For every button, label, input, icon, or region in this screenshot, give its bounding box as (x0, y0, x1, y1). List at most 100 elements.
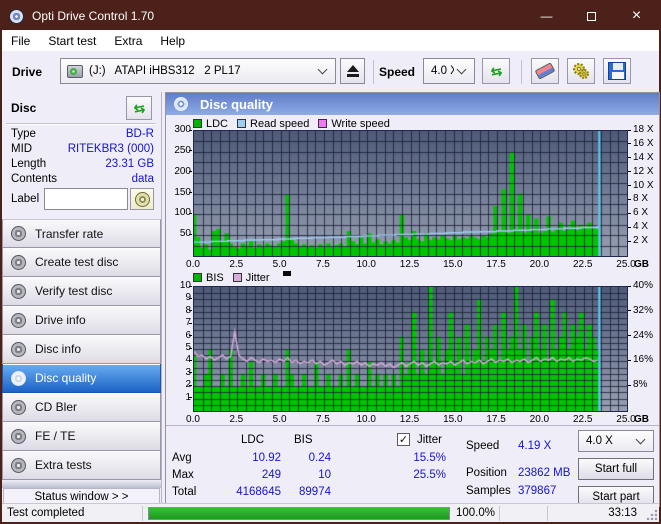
sidebar-item-label: Disc info (35, 342, 82, 356)
disc-quality-icon (11, 370, 26, 386)
panel-header: Disc quality (166, 93, 659, 115)
disc-quality-icon (174, 97, 188, 111)
sidebar-item-fe-te[interactable]: FE / TE (2, 422, 161, 451)
test-speed-select[interactable]: 4.0 X (578, 430, 654, 452)
read-speed-legend-swatch (237, 119, 247, 128)
erase-disc-button[interactable] (531, 58, 559, 84)
start-full-button[interactable]: Start full (578, 458, 654, 480)
maximize-button[interactable] (569, 2, 614, 30)
axis-tick (189, 192, 192, 193)
statusbar-separator (499, 506, 500, 521)
legend-label: BIS (206, 271, 224, 284)
axis-tick: 9 (166, 292, 191, 303)
drive-select[interactable]: (J:) ATAPI iHBS312 2 PL17 (60, 58, 336, 84)
titlebar: Opti Drive Control 1.70 — × (2, 2, 659, 30)
avg-ldc: 10.92 (252, 452, 281, 464)
statusbar-separator (547, 506, 548, 521)
disc-mid-value: RITEKBR3 (000) (67, 143, 154, 155)
jitter-checkbox[interactable]: ✓ (397, 433, 410, 446)
axis-tick (189, 397, 192, 399)
toolbar: Drive (J:) ATAPI iHBS312 2 PL17 Speed 4.… (2, 52, 659, 92)
axis-tick (189, 297, 192, 299)
sidebar-item-create-test-disc[interactable]: Create test disc (2, 248, 161, 277)
axis-unit-label: GB (634, 259, 649, 270)
axis-tick: 12.5 (399, 414, 420, 425)
axis-tick: 5.0 (272, 259, 287, 270)
axis-tick (189, 347, 192, 349)
axis-tick: 15.0 (443, 259, 463, 270)
menu-extra[interactable]: Extra (105, 31, 151, 51)
disc-info-icon (11, 341, 26, 357)
axis-tick: 2 X (633, 235, 649, 247)
sidebar-item-label: Extra tests (35, 458, 92, 472)
avg-bis: 0.24 (308, 452, 331, 464)
axis-tick (628, 285, 631, 287)
eject-icon (346, 65, 359, 72)
axis-tick: 6 (166, 330, 191, 341)
axis-tick (628, 157, 631, 159)
sidebar-item-disc-quality[interactable]: Disc quality (2, 364, 161, 393)
menu-help[interactable]: Help (151, 31, 194, 51)
axis-tick (628, 143, 631, 145)
axis-tick: 10.0 (356, 259, 376, 270)
speed-stat-label: Speed (466, 440, 500, 452)
refresh-speeds-button[interactable]: ⇆ (482, 58, 510, 84)
axis-tick: 5 (166, 342, 191, 353)
axis-tick: 10.0 (356, 414, 376, 425)
jitter-legend-swatch (232, 273, 242, 282)
sidebar-item-transfer-rate[interactable]: Transfer rate (2, 219, 161, 248)
drive-label: Drive (12, 65, 43, 79)
sidebar-item-disc-info[interactable]: Disc info (2, 335, 161, 364)
drive-select-value: (J:) ATAPI iHBS312 2 PL17 (89, 65, 241, 77)
axis-tick: 17.5 (486, 414, 506, 425)
axis-tick: 50 (179, 228, 191, 240)
sidebar-item-label: Verify test disc (35, 284, 113, 298)
samples-stat-value: 379867 (518, 485, 557, 497)
axis-tick: 18 X (633, 124, 654, 135)
disc-panel-title: Disc (11, 101, 37, 115)
close-button[interactable]: × (614, 2, 659, 30)
disc-type-label: Type (11, 128, 36, 140)
window-title: Opti Drive Control 1.70 (32, 9, 155, 23)
cd-bler-icon (11, 399, 26, 415)
disc-type-value: BD-R (125, 128, 154, 140)
refresh-disc-button[interactable]: ⇆ (126, 96, 152, 120)
disc-icon (134, 191, 150, 207)
disc-label-input[interactable] (44, 188, 128, 210)
minimize-button[interactable]: — (524, 2, 569, 30)
axis-tick (628, 185, 631, 187)
axis-tick: 8% (633, 379, 648, 391)
axis-tick: 17.5 (486, 259, 506, 270)
sidebar-item-cd-bler[interactable]: CD Bler (2, 393, 161, 422)
axis-tick (189, 310, 192, 312)
axis-tick: 0.0 (186, 259, 200, 270)
resize-grip-icon[interactable] (645, 508, 657, 520)
axis-tick (189, 372, 192, 374)
chart1-legend: LDC Read speed Write speed (193, 117, 399, 130)
max-ldc: 249 (261, 469, 281, 481)
axis-tick: 5.0 (272, 414, 287, 425)
app-window: Opti Drive Control 1.70 — × File Start t… (0, 0, 661, 524)
axis-tick: 20.0 (529, 414, 550, 425)
gears-icon (573, 63, 589, 79)
position-stat-value: 23862 MB (518, 467, 571, 479)
menu-file[interactable]: File (2, 31, 39, 51)
save-button[interactable] (603, 58, 631, 84)
sidebar-item-verify-test-disc[interactable]: Verify test disc (2, 277, 161, 306)
axis-tick: 6 X (633, 207, 649, 219)
menu-start-test[interactable]: Start test (39, 31, 105, 51)
sidebar-item-drive-info[interactable]: Drive info (2, 306, 161, 335)
speed-select[interactable]: 4.0 X (423, 58, 475, 84)
sidebar-item-extra-tests[interactable]: Extra tests (2, 451, 161, 480)
axis-tick: 12.5 (399, 259, 420, 270)
chevron-down-icon (317, 64, 328, 75)
settings-button[interactable] (567, 58, 595, 84)
ldc-column-header: LDC (241, 434, 265, 446)
eject-button[interactable] (340, 58, 365, 84)
sidebar-nav: Transfer rate Create test disc Verify te… (2, 219, 161, 480)
axis-tick (628, 198, 631, 200)
axis-tick: 150 (174, 186, 191, 198)
axis-tick: 16% (633, 354, 654, 366)
write-label-button[interactable] (130, 188, 154, 210)
app-disc-icon (9, 8, 24, 24)
